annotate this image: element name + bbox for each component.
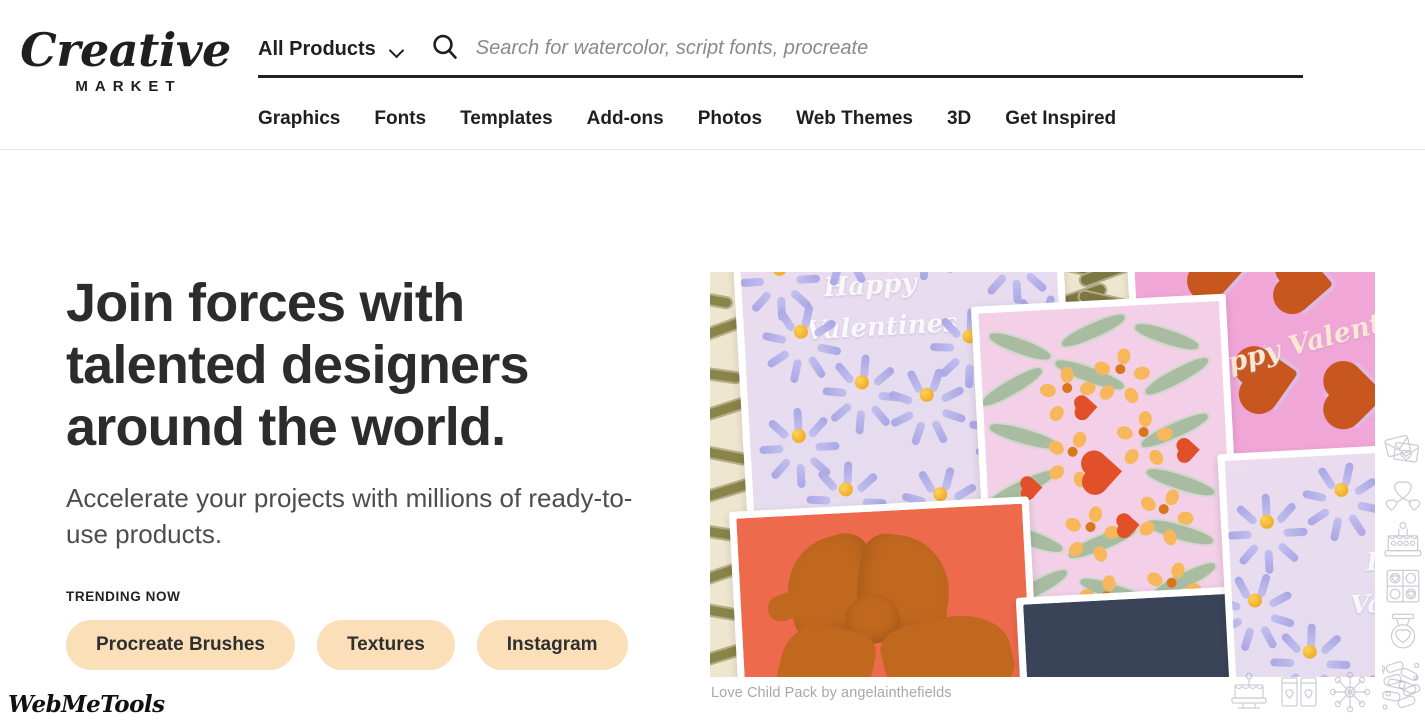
hero-image[interactable]: Happy Valentines Happy Valentines Happy … xyxy=(710,272,1375,677)
category-dropdown[interactable]: All Products xyxy=(258,38,404,65)
collage-artwork: Happy Valentines Happy Valentines Happy … xyxy=(710,272,1375,677)
search-bar: All Products xyxy=(258,28,1303,78)
hero-image-caption: Love Child Pack by angelainthefields xyxy=(711,685,952,701)
hero-text-block: Join forces with talented designers arou… xyxy=(66,272,666,670)
site-header: Creative MARKET All Products Graphics Fo… xyxy=(0,0,1425,150)
cake-icon-2 xyxy=(1227,670,1271,714)
pill-instagram[interactable]: Instagram xyxy=(476,620,628,670)
bouquet-icon xyxy=(1328,670,1372,714)
category-dropdown-label: All Products xyxy=(258,38,376,60)
nav-item-templates[interactable]: Templates xyxy=(460,104,553,134)
nav-item-fonts[interactable]: Fonts xyxy=(374,104,426,134)
site-logo[interactable]: Creative MARKET xyxy=(18,24,233,95)
search-input[interactable] xyxy=(475,37,1303,66)
pill-procreate-brushes[interactable]: Procreate Brushes xyxy=(66,620,295,670)
search-icon[interactable] xyxy=(430,32,460,71)
heart-balloons-icon xyxy=(1382,471,1424,517)
main-navigation: Graphics Fonts Templates Add-ons Photos … xyxy=(258,104,1116,134)
nav-item-3d[interactable]: 3D xyxy=(947,104,971,134)
icon-rail-horizontal xyxy=(1227,666,1422,718)
chocolate-box-icon xyxy=(1382,563,1424,609)
nav-item-add-ons[interactable]: Add-ons xyxy=(587,104,664,134)
heart-medal-icon xyxy=(1382,609,1424,655)
pill-textures[interactable]: Textures xyxy=(316,620,455,670)
collage-card-coral-bow xyxy=(728,496,1042,677)
watermark: WebMeTools xyxy=(8,691,165,718)
logo-subtitle: MARKET xyxy=(75,78,182,95)
chevron-down-icon xyxy=(390,45,404,54)
candy-icon-2 xyxy=(1378,670,1422,714)
nav-item-photos[interactable]: Photos xyxy=(698,104,762,134)
nav-item-web-themes[interactable]: Web Themes xyxy=(796,104,913,134)
nav-item-graphics[interactable]: Graphics xyxy=(258,104,340,134)
gift-boxes-icon xyxy=(1277,670,1321,714)
hero-subtitle: Accelerate your projects with millions o… xyxy=(66,483,633,549)
collage-card-daisies-bottom: Happy Valentines xyxy=(1217,440,1375,677)
trending-now-label: TRENDING NOW xyxy=(66,589,181,604)
icon-rail-vertical xyxy=(1379,425,1425,701)
hero-section: Join forces with talented designers arou… xyxy=(0,150,1425,722)
page-title: Join forces with talented designers arou… xyxy=(66,273,530,457)
logo-wordmark: Creative xyxy=(20,23,231,77)
envelope-letters-icon xyxy=(1382,425,1424,471)
cake-icon xyxy=(1382,517,1424,563)
nav-item-get-inspired[interactable]: Get Inspired xyxy=(1005,104,1116,134)
trending-pill-group: Procreate Brushes Textures Instagram xyxy=(66,620,666,670)
